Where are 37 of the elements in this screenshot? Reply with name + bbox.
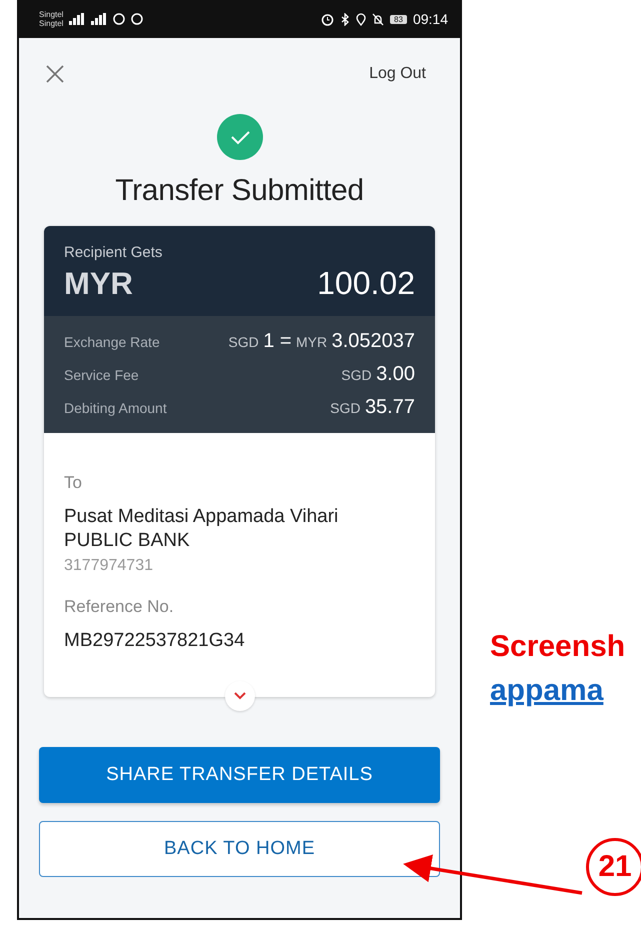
expand-button[interactable] xyxy=(224,681,254,711)
annotation-link[interactable]: appama xyxy=(490,674,641,708)
alarm-icon xyxy=(321,12,334,26)
currency-code: MYR xyxy=(64,266,133,302)
muted-bell-icon xyxy=(372,12,384,26)
reference-number: MB29722537821G34 xyxy=(64,629,246,653)
battery-level: 83 xyxy=(390,14,407,24)
detail-label: Debiting Amount xyxy=(64,400,167,416)
reference-label: Reference No. xyxy=(64,597,175,617)
share-button[interactable]: SHARE TRANSFER DETAILS xyxy=(39,747,440,803)
close-icon xyxy=(46,65,64,83)
annotation-caption: Screensh xyxy=(490,630,626,664)
detail-value: SGD 1 = MYR 3.052037 xyxy=(228,330,415,353)
amount-value: 100.02 xyxy=(317,265,415,302)
bank-name: PUBLIC BANK xyxy=(64,529,191,553)
log-out-button[interactable]: Log Out xyxy=(359,65,436,83)
detail-value: SGD 3.00 xyxy=(341,363,415,386)
step-number-badge: 21 xyxy=(586,838,641,896)
location-icon xyxy=(356,12,366,26)
detail-label: Exchange Rate xyxy=(64,334,160,350)
chevron-down-icon xyxy=(234,692,246,700)
carrier-name: Singtel xyxy=(39,10,64,19)
page-title: Transfer Submitted xyxy=(115,174,364,208)
carrier-name: Singtel xyxy=(39,19,64,28)
bluetooth-icon xyxy=(340,12,350,26)
home-button[interactable]: BACK TO HOME xyxy=(39,821,440,877)
recipient-gets-label: Recipient Gets xyxy=(64,244,164,261)
detail-label: Service Fee xyxy=(64,367,139,383)
account-number: 3177974731 xyxy=(64,557,154,575)
circle-icon xyxy=(131,13,144,25)
signal-icon xyxy=(91,13,108,25)
to-label: To xyxy=(64,473,83,493)
recipient-name: Pusat Meditasi Appamada Vihari xyxy=(64,505,340,529)
success-check-icon xyxy=(216,114,262,160)
detail-value: SGD 35.77 xyxy=(330,396,415,419)
clock-time: 09:14 xyxy=(412,11,448,27)
signal-icon xyxy=(69,13,86,25)
